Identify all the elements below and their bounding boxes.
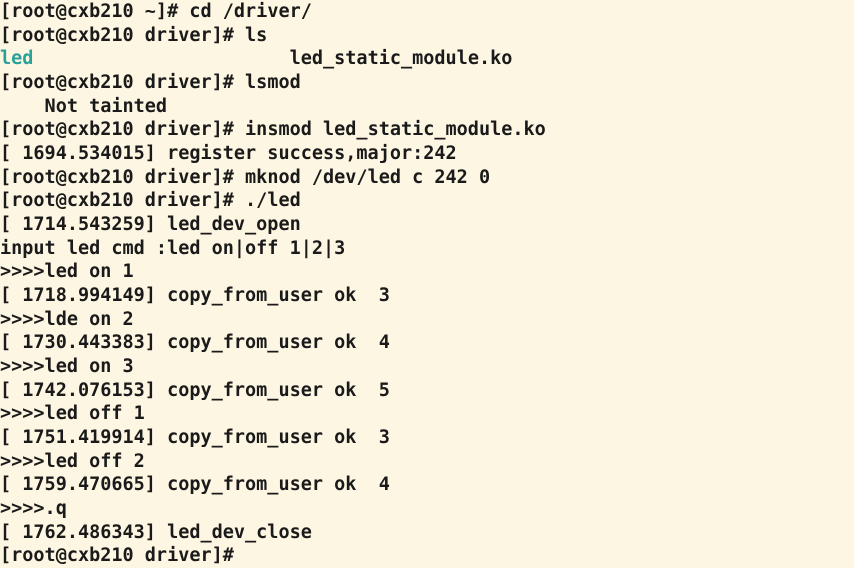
user-input-text: >>>>led off 1 xyxy=(0,403,145,424)
output-text: [ 1730.443383] copy_from_user ok 4 xyxy=(0,332,390,353)
terminal-output[interactable]: [root@cxb210 ~]# cd /driver/ [root@cxb21… xyxy=(0,0,854,568)
terminal-line: >>>>lde on 2 xyxy=(0,308,854,332)
terminal-line: [root@cxb210 driver]# ./led xyxy=(0,189,854,213)
terminal-line: [root@cxb210 driver]# lsmod xyxy=(0,71,854,95)
terminal-line: [root@cxb210 driver]# mknod /dev/led c 2… xyxy=(0,166,854,190)
user-input-text: >>>>lde on 2 xyxy=(0,309,134,330)
shell-prompt: [root@cxb210 driver]# xyxy=(0,25,245,46)
shell-prompt: [root@cxb210 driver]# xyxy=(0,119,245,140)
shell-prompt: [root@cxb210 driver]# xyxy=(0,167,245,188)
terminal-line: [ 1742.076153] copy_from_user ok 5 xyxy=(0,379,854,403)
command-text: ls xyxy=(245,25,267,46)
command-text: ./led xyxy=(245,190,301,211)
output-text: input led cmd :led on|off 1|2|3 xyxy=(0,238,345,259)
ls-file-entry: led_static_module.ko xyxy=(290,48,513,69)
terminal-line: [ 1751.419914] copy_from_user ok 3 xyxy=(0,426,854,450)
terminal-line: input led cmd :led on|off 1|2|3 xyxy=(0,237,854,261)
terminal-line: [root@cxb210 driver]# ls xyxy=(0,24,854,48)
terminal-line: [ 1759.470665] copy_from_user ok 4 xyxy=(0,473,854,497)
terminal-line: [ 1730.443383] copy_from_user ok 4 xyxy=(0,331,854,355)
terminal-line: [ 1714.543259] led_dev_open xyxy=(0,213,854,237)
terminal-line: Not tainted xyxy=(0,95,854,119)
terminal-line: [root@cxb210 driver]# xyxy=(0,544,854,568)
terminal-line: >>>>led on 3 xyxy=(0,355,854,379)
user-input-text: >>>>led on 1 xyxy=(0,261,134,282)
shell-prompt: [root@cxb210 driver]# xyxy=(0,190,245,211)
terminal-line: >>>>led on 1 xyxy=(0,260,854,284)
output-text: [ 1759.470665] copy_from_user ok 4 xyxy=(0,474,390,495)
terminal-line: [root@cxb210 driver]# insmod led_static_… xyxy=(0,118,854,142)
terminal-line: [ 1762.486343] led_dev_close xyxy=(0,521,854,545)
user-input-text: >>>>led on 3 xyxy=(0,356,134,377)
terminal-line: led led_static_module.ko xyxy=(0,47,854,71)
terminal-line: >>>>.q xyxy=(0,497,854,521)
terminal-line: [ 1718.994149] copy_from_user ok 3 xyxy=(0,284,854,308)
command-text: mknod /dev/led c 242 0 xyxy=(245,167,490,188)
shell-prompt: [root@cxb210 ~]# xyxy=(0,1,189,22)
output-text: [ 1718.994149] copy_from_user ok 3 xyxy=(0,285,390,306)
output-text: [ 1762.486343] led_dev_close xyxy=(0,522,312,543)
output-text: Not tainted xyxy=(0,96,167,117)
command-text: cd /driver/ xyxy=(189,1,312,22)
output-text: [ 1742.076153] copy_from_user ok 5 xyxy=(0,380,390,401)
command-text: lsmod xyxy=(245,72,301,93)
user-input-text: >>>>.q xyxy=(0,498,67,519)
shell-prompt: [root@cxb210 driver]# xyxy=(0,72,245,93)
output-text: [ 1714.543259] led_dev_open xyxy=(0,214,301,235)
ls-dir-entry: led xyxy=(0,48,33,69)
terminal-line: >>>>led off 1 xyxy=(0,402,854,426)
shell-prompt: [root@cxb210 driver]# xyxy=(0,545,245,566)
command-text: insmod led_static_module.ko xyxy=(245,119,546,140)
terminal-line: >>>>led off 2 xyxy=(0,450,854,474)
ls-spacer xyxy=(33,48,289,69)
terminal-line: [ 1694.534015] register success,major:24… xyxy=(0,142,854,166)
output-text: [ 1694.534015] register success,major:24… xyxy=(0,143,457,164)
terminal-line: [root@cxb210 ~]# cd /driver/ xyxy=(0,0,854,24)
output-text: [ 1751.419914] copy_from_user ok 3 xyxy=(0,427,390,448)
user-input-text: >>>>led off 2 xyxy=(0,451,145,472)
